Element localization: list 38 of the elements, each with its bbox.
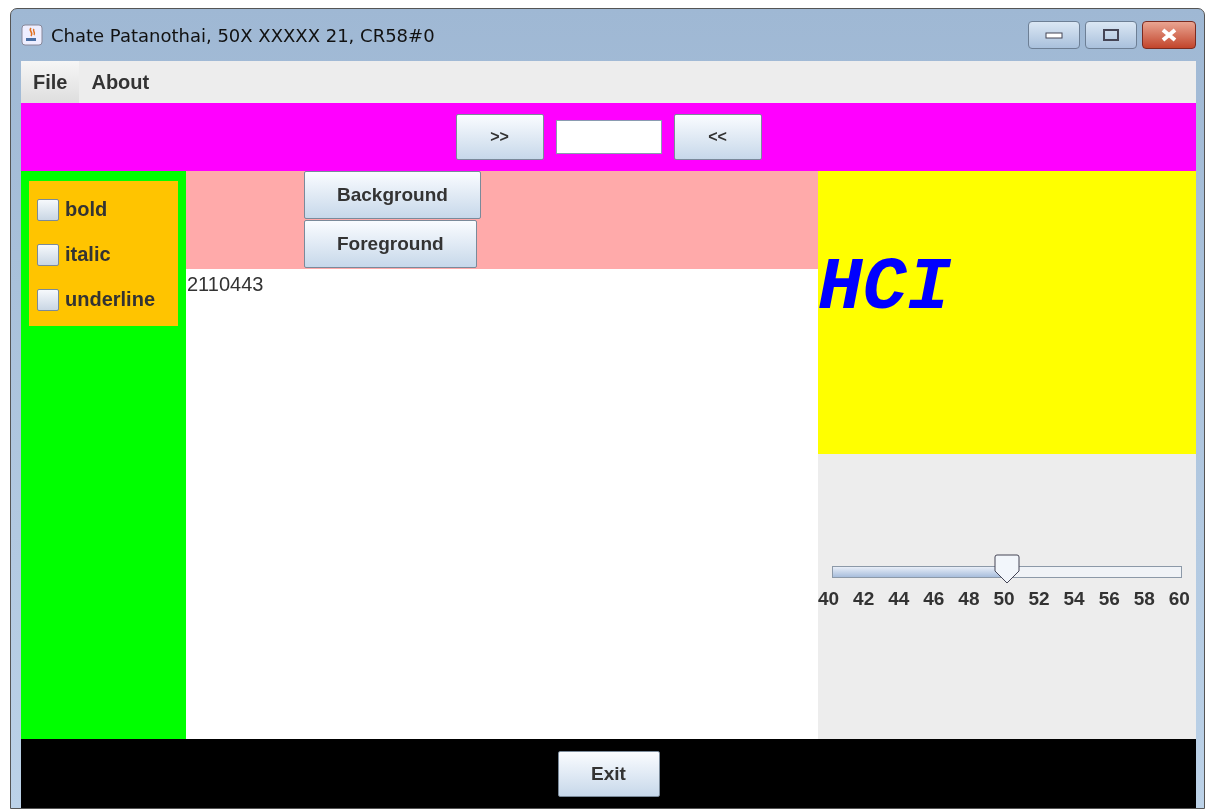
- close-button[interactable]: [1142, 21, 1196, 49]
- maximize-icon: [1102, 28, 1120, 42]
- previous-button[interactable]: <<: [673, 114, 762, 160]
- tick-label: 60: [1168, 588, 1190, 610]
- tick-label: 52: [1028, 588, 1050, 610]
- color-button[interactable]: Background: [304, 171, 481, 219]
- menu-item[interactable]: File: [21, 61, 80, 103]
- text-field[interactable]: [555, 120, 662, 154]
- slider-thumb[interactable]: [994, 554, 1020, 584]
- menu-item[interactable]: About: [79, 61, 162, 103]
- checkbox-label: italic: [65, 243, 111, 266]
- checkbox[interactable]: [37, 198, 59, 221]
- tick-label: 58: [1133, 588, 1155, 610]
- tick-label: 54: [1063, 588, 1085, 610]
- next-button[interactable]: >>: [455, 114, 544, 160]
- slider-track[interactable]: [832, 566, 1182, 578]
- tick-label: 48: [958, 588, 980, 610]
- tick-label: 44: [888, 588, 910, 610]
- maximize-button[interactable]: [1085, 21, 1137, 49]
- tick-label: 56: [1098, 588, 1120, 610]
- tick-label: 46: [923, 588, 945, 610]
- text-area[interactable]: 2110443: [186, 269, 818, 739]
- color-button[interactable]: Foreground: [304, 220, 477, 268]
- tick-label: 42: [853, 588, 875, 610]
- checkbox-label: underline: [65, 288, 155, 311]
- exit-button[interactable]: Exit: [557, 750, 660, 797]
- checkbox[interactable]: [37, 243, 59, 266]
- text-area-content: 2110443: [187, 273, 264, 295]
- coffee-cup-icon: [21, 24, 43, 46]
- window-title: Chate Patanothai, 50X XXXXX 21, CR58#0: [51, 24, 435, 46]
- tick-label: 40: [818, 588, 840, 610]
- checkbox-label: bold: [65, 198, 108, 221]
- minimize-button[interactable]: [1028, 21, 1080, 49]
- tick-label: 50: [993, 588, 1015, 610]
- preview-text: HCI: [818, 245, 952, 330]
- close-icon: [1159, 27, 1179, 43]
- minimize-icon: [1045, 31, 1063, 39]
- checkbox[interactable]: [37, 288, 59, 311]
